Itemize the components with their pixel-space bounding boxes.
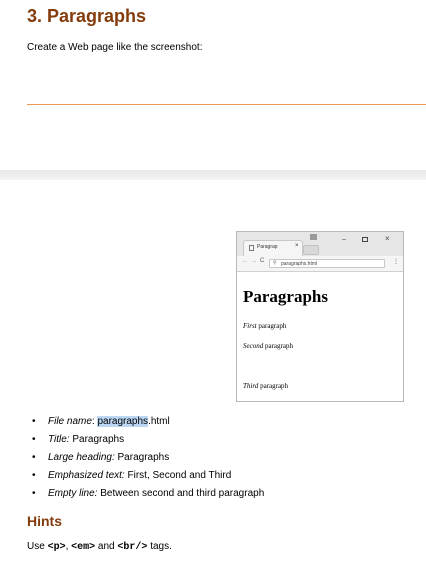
browser-tab: Paragrap × [243, 240, 303, 256]
item-label: Emphasized text: [48, 470, 125, 481]
hints-text: Use <p>, <em> and <br/> tags. [27, 541, 172, 553]
preview-heading: Paragraphs [243, 287, 328, 306]
profile-icon [310, 234, 317, 240]
item-label: Empty line: [48, 488, 98, 499]
page-top: 3. Paragraphs Create a Web page like the… [0, 0, 426, 170]
reload-icon: C [260, 258, 265, 264]
hint-part: tags. [147, 541, 172, 552]
item-label: Large heading: [48, 452, 115, 463]
tab-close-icon: × [295, 243, 299, 249]
hints-heading: Hints [27, 513, 62, 529]
preview-paragraph-3: Third paragraph [243, 382, 288, 390]
close-icon: × [385, 234, 390, 243]
forward-icon: → [251, 258, 257, 264]
list-item: File name: paragraphs.html [32, 415, 264, 433]
preview-paragraph-2: Second paragraph [243, 342, 293, 350]
document-icon [249, 245, 254, 251]
back-icon: ← [242, 258, 248, 264]
paragraph-text: paragraph [258, 382, 289, 390]
list-item: Title: Paragraphs [32, 433, 264, 451]
item-value: Paragraphs [117, 452, 170, 463]
tag-code: <p> [47, 542, 66, 553]
list-item: Empty line: Between second and third par… [32, 487, 265, 505]
item-label: Title: [48, 434, 70, 445]
section-title: 3. Paragraphs [27, 6, 147, 26]
maximize-icon [362, 237, 368, 242]
item-label: File name [48, 416, 92, 427]
requirements-list: File name: paragraphs.html Title: Paragr… [32, 415, 265, 505]
url-text: paragraphs.html [281, 261, 318, 267]
search-icon: ⚲ [273, 260, 277, 266]
item-value: Between second and third paragraph [100, 488, 265, 499]
preview-paragraph-1: First paragraph [243, 322, 286, 330]
item-value: .html [148, 416, 170, 427]
selected-text[interactable]: paragraphs [97, 416, 149, 427]
browser-screenshot: Paragrap × – × ← → C ⚲ paragraphs.html ⋮… [236, 231, 404, 402]
browser-content: Paragraphs First paragraph Second paragr… [237, 272, 403, 401]
hint-part: Use [27, 541, 48, 552]
emphasis: First [243, 322, 257, 330]
browser-tab-bar: Paragrap × – × [237, 232, 403, 256]
list-item: Emphasized text: First, Second and Third [32, 469, 264, 487]
tab-title: Paragrap [257, 244, 278, 250]
list-item: Large heading: Paragraphs [32, 451, 264, 469]
emphasis: Third [243, 382, 259, 390]
browser-toolbar: ← → C ⚲ paragraphs.html ⋮ [237, 256, 403, 272]
hint-part: and [95, 541, 118, 552]
paragraph-text: paragraph [263, 342, 293, 350]
minimize-icon: – [342, 236, 346, 243]
item-value: First, Second and Third [127, 470, 232, 481]
paragraph-text: paragraph [256, 322, 287, 330]
intro-text: Create a Web page like the screenshot: [27, 42, 203, 53]
menu-icon: ⋮ [393, 259, 399, 265]
address-bar: ⚲ paragraphs.html [269, 259, 385, 268]
emphasis: Second [243, 342, 264, 350]
item-value: Paragraphs [72, 434, 125, 445]
tag-code: <br/> [117, 542, 148, 553]
divider-line [27, 104, 426, 105]
page-break [0, 170, 426, 180]
tag-code: <em> [71, 542, 96, 553]
new-tab-icon [303, 245, 319, 255]
